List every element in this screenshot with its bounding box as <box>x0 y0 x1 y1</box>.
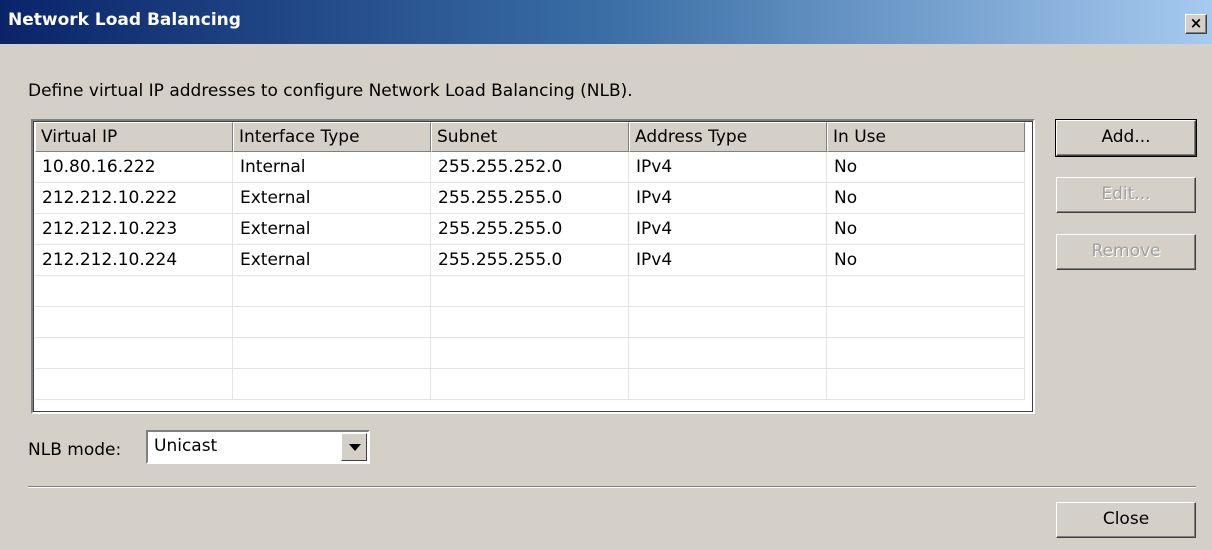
empty-row <box>35 369 1025 400</box>
column-header-in-use[interactable]: In Use <box>827 122 1025 152</box>
cell-virtual-ip: 212.212.10.222 <box>35 183 233 213</box>
remove-button[interactable]: Remove <box>1056 234 1196 270</box>
cell-in-use: No <box>827 183 1025 213</box>
separator-line <box>28 486 1196 488</box>
list-header: Virtual IP Interface Type Subnet Address… <box>35 122 1025 152</box>
column-header-address-type[interactable]: Address Type <box>629 122 827 152</box>
add-button[interactable]: Add... <box>1055 119 1197 157</box>
chevron-down-icon <box>349 444 361 451</box>
cell-subnet: 255.255.255.0 <box>431 214 629 244</box>
nlb-mode-value: Unicast <box>154 436 218 456</box>
table-row[interactable]: 212.212.10.222 External 255.255.255.0 IP… <box>35 183 1025 214</box>
cell-interface-type: External <box>233 183 431 213</box>
nlb-mode-label: NLB mode: <box>28 440 122 460</box>
cell-subnet: 255.255.255.0 <box>431 245 629 275</box>
cell-virtual-ip: 10.80.16.222 <box>35 152 233 182</box>
cell-address-type: IPv4 <box>629 245 827 275</box>
list-rows: 10.80.16.222 Internal 255.255.252.0 IPv4… <box>35 152 1025 400</box>
table-row[interactable]: 10.80.16.222 Internal 255.255.252.0 IPv4… <box>35 152 1025 183</box>
cell-in-use: No <box>827 214 1025 244</box>
column-header-interface-type[interactable]: Interface Type <box>233 122 431 152</box>
cell-address-type: IPv4 <box>629 183 827 213</box>
dropdown-button[interactable] <box>341 433 367 461</box>
table-row[interactable]: 212.212.10.224 External 255.255.255.0 IP… <box>35 245 1025 276</box>
cell-address-type: IPv4 <box>629 152 827 182</box>
cell-interface-type: External <box>233 214 431 244</box>
column-header-subnet[interactable]: Subnet <box>431 122 629 152</box>
window-title: Network Load Balancing <box>8 10 241 30</box>
close-button[interactable]: Close <box>1056 502 1196 538</box>
description-text: Define virtual IP addresses to configure… <box>28 81 633 101</box>
close-icon: × <box>1189 14 1203 32</box>
empty-row <box>35 276 1025 307</box>
cell-interface-type: Internal <box>233 152 431 182</box>
column-header-virtual-ip[interactable]: Virtual IP <box>35 122 233 152</box>
cell-address-type: IPv4 <box>629 214 827 244</box>
nlb-mode-dropdown[interactable]: Unicast <box>146 430 370 464</box>
cell-interface-type: External <box>233 245 431 275</box>
cell-virtual-ip: 212.212.10.224 <box>35 245 233 275</box>
close-window-button[interactable]: × <box>1185 14 1207 34</box>
empty-row <box>35 338 1025 369</box>
empty-row <box>35 307 1025 338</box>
cell-subnet: 255.255.255.0 <box>431 183 629 213</box>
cell-virtual-ip: 212.212.10.223 <box>35 214 233 244</box>
edit-button[interactable]: Edit... <box>1056 177 1196 213</box>
cell-subnet: 255.255.252.0 <box>431 152 629 182</box>
cell-in-use: No <box>827 152 1025 182</box>
title-bar[interactable]: Network Load Balancing × <box>0 0 1212 44</box>
cell-in-use: No <box>827 245 1025 275</box>
table-row[interactable]: 212.212.10.223 External 255.255.255.0 IP… <box>35 214 1025 245</box>
virtual-ip-list[interactable]: Virtual IP Interface Type Subnet Address… <box>31 119 1035 414</box>
